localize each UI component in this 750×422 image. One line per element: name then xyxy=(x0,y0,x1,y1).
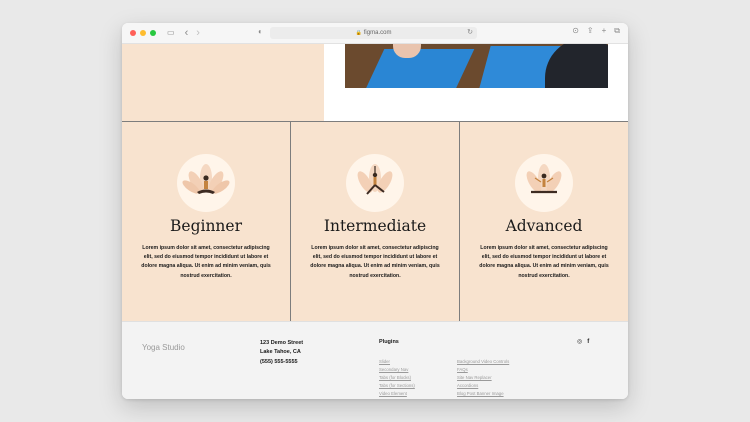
download-icon[interactable]: ⊙ xyxy=(572,27,579,35)
facebook-icon[interactable]: f xyxy=(587,339,589,345)
address-line: 123 Demo Street xyxy=(260,340,304,346)
browser-window: ▭ ‹ › ◐ 🔒 figma.com ↻ ⊙ ⇪ + ⧉ Beginner L… xyxy=(122,23,628,399)
footer-address: 123 Demo Street Lake Tahoe, CA (555) 555… xyxy=(260,339,303,367)
browser-titlebar: ▭ ‹ › ◐ 🔒 figma.com ↻ ⊙ ⇪ + ⧉ xyxy=(122,23,628,44)
lotus-split-pose-icon xyxy=(515,154,573,212)
hero-panel xyxy=(122,44,324,121)
plugin-link[interactable]: Slider xyxy=(379,358,415,366)
level-card-advanced: Advanced Lorem ipsum dolor sit amet, con… xyxy=(460,121,628,321)
window-controls xyxy=(130,30,156,36)
tab-overview-icon[interactable]: ⧉ xyxy=(614,27,620,35)
footer-brand[interactable]: Yoga Studio xyxy=(142,343,185,352)
back-icon[interactable]: ‹ xyxy=(185,27,189,39)
address-bar[interactable]: 🔒 figma.com ↻ xyxy=(270,27,477,39)
reload-icon[interactable]: ↻ xyxy=(467,28,473,36)
hero-image-panel xyxy=(324,44,628,121)
yoga-class-photo xyxy=(345,44,608,88)
plugins-list-2: Background Video Controls FAQs Site Nav … xyxy=(457,358,509,398)
level-title: Beginner xyxy=(170,217,242,235)
share-icon[interactable]: ⇪ xyxy=(587,27,594,35)
site-footer: Yoga Studio 123 Demo Street Lake Tahoe, … xyxy=(122,321,628,399)
plugin-link[interactable]: Blog Post Banner Image xyxy=(457,390,509,398)
sidebar-icon[interactable]: ▭ xyxy=(167,29,175,37)
plugins-heading: Plugins xyxy=(379,339,399,345)
new-tab-icon[interactable]: + xyxy=(602,27,607,35)
level-description: Lorem ipsum dolor sit amet, consectetur … xyxy=(310,245,440,279)
level-title: Advanced xyxy=(505,217,583,235)
plugin-link[interactable]: Background Video Controls xyxy=(457,358,509,366)
privacy-report-icon[interactable]: ◐ xyxy=(258,28,263,36)
address-line: Lake Tahoe, CA xyxy=(260,349,301,356)
close-window-button[interactable] xyxy=(130,30,136,36)
plugin-link[interactable]: Accordions xyxy=(457,382,509,390)
plugin-link[interactable]: Secondary Nav xyxy=(379,366,415,374)
lotus-warrior-pose-icon xyxy=(346,154,404,212)
level-description: Lorem ipsum dolor sit amet, consectetur … xyxy=(141,245,271,279)
level-title: Intermediate xyxy=(323,217,427,235)
social-links: ◎ f xyxy=(577,338,589,346)
toolbar-right: ⊙ ⇪ + ⧉ xyxy=(572,27,620,35)
page-content: Beginner Lorem ipsum dolor sit amet, con… xyxy=(122,44,628,399)
zoom-window-button[interactable] xyxy=(150,30,156,36)
plugin-link[interactable]: Site Nav Replacer xyxy=(457,374,509,382)
level-card-intermediate: Intermediate Lorem ipsum dolor sit amet,… xyxy=(291,121,460,321)
level-cards: Beginner Lorem ipsum dolor sit amet, con… xyxy=(122,121,628,321)
url-text: figma.com xyxy=(363,30,392,36)
phone-number: (555) 555-5555 xyxy=(260,358,298,365)
plugin-link[interactable]: Tabs (for Sections) xyxy=(379,382,415,390)
minimize-window-button[interactable] xyxy=(140,30,146,36)
lotus-meditation-icon xyxy=(177,154,235,212)
forward-icon[interactable]: › xyxy=(196,27,200,39)
lock-icon: 🔒 xyxy=(355,30,362,36)
plugin-link[interactable]: Video Element xyxy=(379,390,415,398)
plugin-link[interactable]: Tabs (for Blocks) xyxy=(379,374,415,382)
plugins-list-1: Slider Secondary Nav Tabs (for Blocks) T… xyxy=(379,358,415,398)
level-description: Lorem ipsum dolor sit amet, consectetur … xyxy=(479,245,609,279)
plugin-link[interactable]: FAQs xyxy=(457,366,509,374)
instagram-icon[interactable]: ◎ xyxy=(577,338,582,345)
level-card-beginner: Beginner Lorem ipsum dolor sit amet, con… xyxy=(122,121,291,321)
